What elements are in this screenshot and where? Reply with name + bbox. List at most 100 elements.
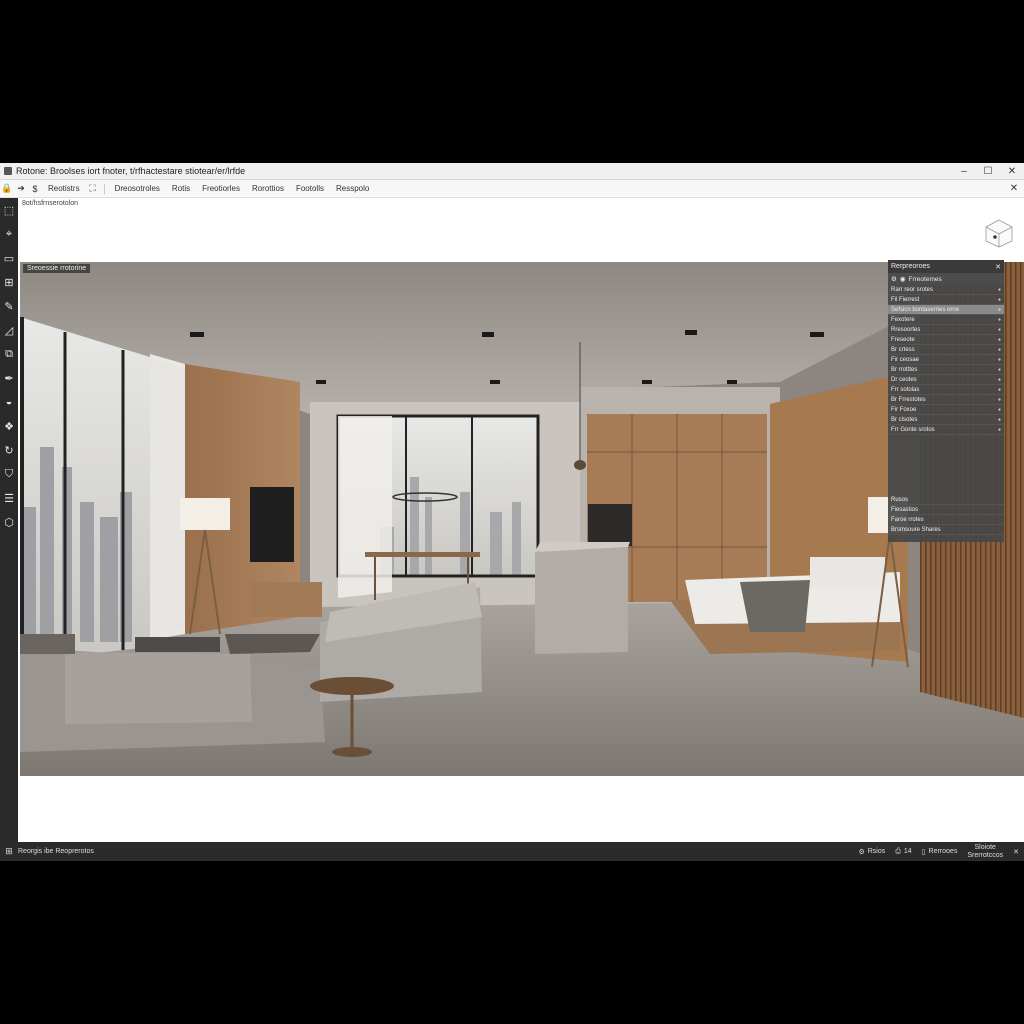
menu-item[interactable]: Dreosotroles (109, 184, 166, 193)
property-row[interactable]: Frr Gonte srotos ● (888, 425, 1004, 435)
pin-icon[interactable]: ● (998, 397, 1001, 403)
property-footer-item[interactable]: Rusos (888, 495, 1004, 505)
property-row[interactable]: Sefsicn bontaserries orne ● (888, 305, 1004, 315)
arrow-right-icon[interactable]: ➔ (14, 183, 28, 194)
property-footer-item[interactable]: Brsmsoure Shares (888, 525, 1004, 535)
select-tool-icon[interactable]: ⬚ (0, 198, 18, 222)
properties-title: Rerpreoroes (891, 263, 930, 270)
pin-icon[interactable]: ● (998, 287, 1001, 293)
property-footer-item[interactable]: Fiesastios (888, 505, 1004, 515)
pin-icon[interactable]: ● (998, 317, 1001, 323)
rotate-tool-icon[interactable]: ↻ (0, 438, 18, 462)
snapshot-icon[interactable]: ⛶ (86, 183, 100, 194)
property-row[interactable]: Rresoortes ● (888, 325, 1004, 335)
property-row[interactable]: Fir Foxoe ● (888, 405, 1004, 415)
property-row[interactable]: Frr sotolas ● (888, 385, 1004, 395)
property-row[interactable]: Rarr reor srotes ● (888, 285, 1004, 295)
property-row[interactable]: Fir ceosae ● (888, 355, 1004, 365)
pin-icon[interactable]: ● (998, 297, 1001, 303)
menu-item[interactable]: Rotis (166, 184, 196, 193)
property-spacer (888, 435, 1004, 495)
pin-icon[interactable]: ● (998, 327, 1001, 333)
dimension-tool-icon[interactable]: ⌖ (0, 222, 18, 246)
property-row-label: Freseote (891, 336, 915, 343)
shield-tool-icon[interactable]: ⛉ (0, 462, 18, 486)
status-stack-bottom: Srerrotccos (967, 851, 1004, 859)
fill-tool-icon[interactable]: ◒ (0, 390, 18, 414)
property-row[interactable]: Br rrotttes ● (888, 365, 1004, 375)
menu-item[interactable]: Rorottios (246, 184, 290, 193)
pin-icon[interactable]: ● (998, 427, 1001, 433)
window-title: Rotone: Broolses iort fnoter, t/rfhactes… (16, 166, 246, 176)
property-row-label: Frr sotolas (891, 386, 920, 393)
dollar-icon[interactable]: $ (28, 184, 42, 194)
status-item-label: Rerrooes (928, 848, 958, 855)
property-row[interactable]: Br Frrestotes ● (888, 395, 1004, 405)
rectangle-tool-icon[interactable]: ▭ (0, 246, 18, 270)
menu-item[interactable]: Resspolo (330, 184, 375, 193)
status-item[interactable]: ▯ Rerrooes (917, 848, 963, 856)
pin-icon[interactable]: ● (998, 407, 1001, 413)
close-button[interactable]: ✕ (1000, 166, 1024, 177)
property-row-label: Fir ceosae (891, 356, 920, 363)
pin-icon[interactable]: ● (998, 357, 1001, 363)
property-row-label: Fir Foxoe (891, 406, 917, 413)
pen-tool-icon[interactable]: ✒ (0, 366, 18, 390)
menu-item[interactable]: Freotiorles (196, 184, 246, 193)
pin-icon[interactable]: ● (998, 417, 1001, 423)
property-row[interactable]: Dr ceotes ● (888, 375, 1004, 385)
path-breadcrumb: 8ot/hsfrnserotolon (22, 200, 79, 207)
status-item[interactable]: ⚙ Rsios (853, 848, 890, 856)
properties-subheader[interactable]: ⚙ ◉ Frreotemes (888, 273, 1004, 285)
render-viewport[interactable]: Sreoessie rrotorine (20, 262, 1024, 776)
viewport-label: Sreoessie rrotorine (23, 264, 91, 273)
tag-tool-icon[interactable]: ⬡ (0, 510, 18, 534)
printer-icon: ⎙ (895, 847, 901, 855)
status-close-button[interactable]: ✕ (1008, 848, 1024, 856)
frame-icon: ▯ (921, 848, 926, 856)
property-row-label: Fexotere (891, 316, 915, 323)
property-footer: Rusos Fiesastios Faroe rrotes Brsmsoure Sha… (888, 495, 1004, 535)
pin-icon[interactable]: ● (998, 387, 1001, 393)
property-row[interactable]: Br crtess ● (888, 345, 1004, 355)
group-tool-icon[interactable]: ❖ (0, 414, 18, 438)
maximize-button[interactable]: ☐ (976, 166, 1000, 177)
app-icon (4, 167, 12, 175)
toolbar-divider (103, 183, 105, 194)
tab-registers[interactable]: Reotistrs (42, 184, 86, 193)
toolbar-close-button[interactable]: ✕ (1004, 183, 1024, 194)
status-bar: ⊞ Reorgis ibe Reoprerotos ⚙ Rsios ⎙ 14 ▯ Rerr… (0, 842, 1024, 861)
property-row-label: Rresoortes (891, 326, 921, 333)
minimize-button[interactable]: – (952, 166, 976, 177)
status-item[interactable]: ⎙ 14 (890, 848, 916, 856)
pin-icon[interactable]: ● (998, 307, 1001, 313)
lock-icon[interactable]: 🔒 (0, 183, 14, 194)
pin-icon[interactable]: ● (998, 377, 1001, 383)
property-row-label: Br crtess (891, 346, 915, 353)
nav-cube-icon[interactable] (984, 218, 1014, 248)
property-row[interactable]: Freseote ● (888, 335, 1004, 345)
layers-tool-icon[interactable]: ☰ (0, 486, 18, 510)
application-window: Rotone: Broolses iort fnoter, t/rfhactes… (0, 163, 1024, 861)
property-row-label: Dr ceotes (891, 376, 917, 383)
shape-tool-icon[interactable]: ◿ (0, 318, 18, 342)
property-row[interactable]: Fexotere ● (888, 315, 1004, 325)
grid-tool-icon[interactable]: ⊞ (0, 270, 18, 294)
property-row-label: Fil Fierrest (891, 296, 920, 303)
property-row[interactable]: Br clsotes ● (888, 415, 1004, 425)
properties-close-button[interactable]: ✕ (995, 263, 1001, 271)
pin-icon[interactable]: ● (998, 367, 1001, 373)
settings-icon: ⚙ (858, 848, 865, 856)
property-footer-item[interactable]: Faroe rrotes (888, 515, 1004, 525)
toolbar: 🔒 ➔ $ Reotistrs ⛶ Dreosotroles Rotis Fre… (0, 180, 1024, 198)
pin-icon[interactable]: ● (998, 347, 1001, 353)
brush-tool-icon[interactable]: ✎ (0, 294, 18, 318)
menu-item[interactable]: Footolls (290, 184, 330, 193)
pin-icon[interactable]: ● (998, 337, 1001, 343)
properties-panel: Rerpreoroes ✕ ⚙ ◉ Frreotemes Rarr reor s… (888, 260, 1004, 542)
property-row-label: Sefsicn bontaserries orne (891, 306, 960, 313)
nodes-tool-icon[interactable]: ⧉ (0, 342, 18, 366)
property-row-label: Br clsotes (891, 416, 918, 423)
property-row[interactable]: Fil Fierrest ● (888, 295, 1004, 305)
windows-start-icon[interactable]: ⊞ (0, 846, 18, 857)
